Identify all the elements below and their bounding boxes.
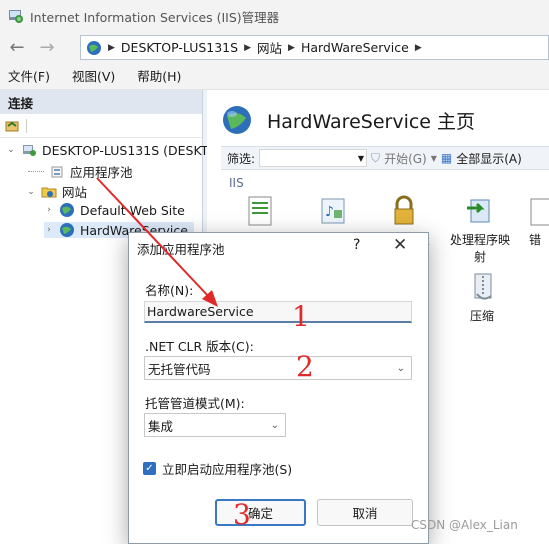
page-header: HardWareService 主页 <box>221 104 475 136</box>
start-immediately-label: 立即启动应用程序池(S) <box>162 462 293 477</box>
sites-folder-icon <box>41 187 57 197</box>
ok-button[interactable]: 确定 <box>215 499 306 526</box>
iis-app-icon <box>9 10 23 23</box>
error-page-icon <box>530 198 549 226</box>
feature-error-pages[interactable]: 错 <box>517 194 549 249</box>
document-list-icon <box>248 196 272 226</box>
globe-icon <box>223 106 251 134</box>
page-title: HardWareService 主页 <box>267 110 476 133</box>
cancel-button[interactable]: 取消 <box>317 499 413 526</box>
pipeline-mode-value: 集成 <box>148 418 174 434</box>
chevron-right-icon[interactable]: › <box>44 205 54 215</box>
lock-icon <box>394 195 414 225</box>
chevron-right-icon: ▶ <box>244 42 251 53</box>
clr-version-select[interactable]: 无托管代码 ⌄ <box>144 356 412 380</box>
breadcrumb-site[interactable]: HardWareService <box>301 40 409 55</box>
tree-item-server[interactable]: ⌄ DESKTOP-LUS131S (DESKT <box>6 142 208 158</box>
name-label: 名称(N): <box>145 283 194 298</box>
chevron-right-icon: ▶ <box>414 42 422 53</box>
tree-label-default-site: Default Web Site <box>80 202 185 218</box>
server-globe-icon <box>87 40 101 55</box>
mime-type-icon: ♪ <box>321 198 345 224</box>
show-all-button[interactable]: 全部显示(A) <box>456 150 522 167</box>
start-immediately-checkbox[interactable]: ✓ <box>143 462 156 475</box>
toolbar-divider <box>26 118 27 133</box>
pipeline-mode-label: 托管管道模式(M): <box>145 396 245 411</box>
chevron-right-icon[interactable]: › <box>44 225 54 235</box>
step-number-1: 1 <box>292 300 310 333</box>
menu-help[interactable]: 帮助(H) <box>137 66 181 85</box>
tree-connector <box>28 171 44 172</box>
breadcrumb-server[interactable]: DESKTOP-LUS131S <box>121 40 238 55</box>
start-filter-button[interactable]: 开始(G) <box>384 150 427 167</box>
compression-icon <box>474 273 492 300</box>
globe-icon <box>60 203 74 217</box>
start-immediately-row[interactable]: ✓ 立即启动应用程序池(S) <box>143 459 292 478</box>
close-icon[interactable]: ✕ <box>393 235 407 255</box>
svg-text:♪: ♪ <box>325 204 334 220</box>
feature-default-document[interactable] <box>225 194 295 232</box>
back-button[interactable]: ← <box>4 35 30 59</box>
clr-version-value: 无托管代码 <box>148 361 211 377</box>
handler-mapping-icon <box>467 199 490 223</box>
forward-button[interactable]: → <box>34 35 60 59</box>
chevron-down-icon[interactable]: ⌄ <box>6 145 16 155</box>
window-title: Internet Information Services (IIS)管理器 <box>30 9 280 25</box>
tree-label-app-pools: 应用程序池 <box>70 165 133 180</box>
tree-label-server: DESKTOP-LUS131S (DESKT <box>42 142 209 158</box>
window-titlebar: Internet Information Services (IIS)管理器 <box>0 0 549 32</box>
connections-header: 连接 <box>0 90 202 114</box>
menu-view[interactable]: 视图(V) <box>72 66 115 85</box>
connections-toolbar <box>0 114 202 138</box>
server-icon <box>23 145 36 156</box>
pipeline-mode-select[interactable]: 集成 ⌄ <box>144 413 286 437</box>
tree-item-sites[interactable]: ⌄ 网站 <box>26 182 87 201</box>
show-all-icon: ▦ <box>440 151 453 165</box>
tree-item-app-pools[interactable]: 应用程序池 <box>28 162 133 181</box>
app-pool-icon <box>51 166 63 177</box>
breadcrumb-sites[interactable]: 网站 <box>257 38 282 57</box>
chevron-right-icon: ▶ <box>108 42 115 53</box>
menu-file[interactable]: 文件(F) <box>8 66 50 85</box>
chevron-down-icon[interactable]: ▼ <box>358 154 364 163</box>
step-number-2: 2 <box>296 350 314 383</box>
feature-label: 处理程序映射 <box>449 233 510 264</box>
navigation-bar: ← → ▶ DESKTOP-LUS131S ▶ 网站 ▶ HardWareSer… <box>0 32 549 62</box>
chevron-down-icon[interactable]: ▼ <box>431 154 437 163</box>
filter-label: 筛选: <box>227 151 256 166</box>
chevron-right-icon: ▶ <box>288 42 295 53</box>
feature-label: 压缩 <box>469 309 494 323</box>
menu-bar: 文件(F) 视图(V) 帮助(H) <box>0 62 549 90</box>
feature-label: 错 <box>529 233 542 247</box>
filter-bar: 筛选: ▼ ⛉ 开始(G) ▼ ▦ 全部显示(A) <box>221 146 549 170</box>
feature-handler-mappings[interactable]: 处理程序映射 <box>445 194 515 266</box>
tree-item-default-site[interactable]: › Default Web Site <box>44 202 185 218</box>
chevron-down-icon[interactable]: ⌄ <box>271 420 279 431</box>
name-value: HardwareService <box>147 304 254 319</box>
chevron-down-icon[interactable]: ⌄ <box>397 363 405 374</box>
filter-input[interactable]: ▼ <box>259 149 368 167</box>
group-label-iis: IIS <box>229 176 244 190</box>
connect-icon[interactable] <box>4 118 20 134</box>
address-breadcrumb[interactable]: ▶ DESKTOP-LUS131S ▶ 网站 ▶ HardWareService… <box>80 35 549 60</box>
name-field[interactable]: HardwareService <box>144 301 412 323</box>
help-button[interactable]: ? <box>353 237 360 253</box>
tree-label-sites: 网站 <box>62 185 88 200</box>
feature-compression[interactable]: 压缩 <box>447 270 517 325</box>
funnel-icon[interactable]: ⛉ <box>371 151 380 166</box>
clr-version-label: .NET CLR 版本(C): <box>145 339 254 354</box>
watermark: CSDN @Alex_Lian <box>411 518 518 532</box>
step-number-3: 3 <box>233 498 251 531</box>
chevron-down-icon[interactable]: ⌄ <box>26 187 36 197</box>
dialog-title: 添加应用程序池 <box>137 242 225 257</box>
add-app-pool-dialog: 添加应用程序池 ? ✕ 名称(N): HardwareService .NET … <box>128 232 429 544</box>
feature-mime-types[interactable]: ♪ <box>298 194 368 232</box>
globe-icon <box>60 223 74 237</box>
